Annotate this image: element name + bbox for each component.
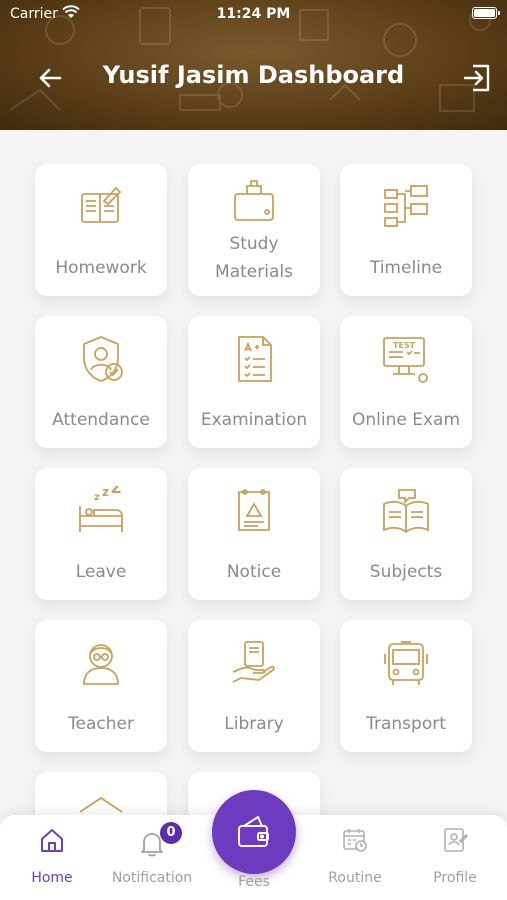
menu-card-label: Study Materials — [215, 234, 293, 282]
homework-icon — [81, 186, 122, 223]
page-title: Yusif Jasim Dashboard — [102, 61, 405, 89]
logout-icon[interactable] — [461, 62, 493, 94]
menu-card-label: Library — [224, 714, 284, 734]
menu-card-homework[interactable]: Homework — [35, 164, 167, 296]
svg-text:z: z — [94, 492, 100, 503]
app-header: Carrier 11:24 PM Yusif Jasim Dashboard — [0, 0, 507, 130]
menu-card-label: Teacher — [68, 714, 134, 734]
menu-card-label: Homework — [55, 258, 147, 278]
menu-card-label: Timeline — [369, 258, 443, 278]
battery-icon — [472, 7, 500, 19]
menu-card-label: Examination — [200, 410, 308, 430]
menu-card-subjects[interactable]: Subjects — [340, 468, 472, 600]
svg-text:TEST: TEST — [393, 341, 416, 350]
menu-card-attendance[interactable]: Attendance — [35, 316, 167, 448]
menu-card-notice[interactable]: Notice — [188, 468, 320, 600]
nav-profile[interactable]: Profile — [405, 815, 505, 900]
online-exam-icon: TEST — [383, 337, 428, 383]
library-icon — [232, 641, 275, 683]
attendance-icon — [83, 336, 123, 382]
menu-card-label: Attendance — [52, 410, 150, 430]
clock: 11:24 PM — [216, 6, 291, 22]
notice-icon — [238, 489, 270, 531]
home-icon — [41, 829, 63, 852]
menu-card-transport[interactable]: Transport — [340, 620, 472, 752]
menu-card-label: Notice — [226, 562, 282, 582]
fees-fab-button[interactable] — [212, 790, 296, 874]
menu-card-study-materials[interactable]: Study Materials — [188, 164, 320, 296]
menu-card-library[interactable]: Library — [188, 620, 320, 752]
menu-card-label: Subjects — [369, 562, 443, 582]
notification-count-badge: 0 — [160, 822, 182, 844]
transport-icon — [384, 641, 428, 685]
svg-text:z: z — [102, 486, 109, 499]
nav-home[interactable]: Home — [2, 815, 102, 900]
menu-card-teacher[interactable]: Teacher — [35, 620, 167, 752]
back-arrow-icon[interactable] — [34, 62, 66, 94]
wallet-icon — [238, 816, 269, 847]
nav-notification[interactable]: 0 Notification — [102, 815, 202, 900]
menu-card-partial[interactable] — [35, 772, 167, 820]
menu-card-examination[interactable]: Examination — [188, 316, 320, 448]
menu-card-online-exam[interactable]: TEST Online Exam — [340, 316, 472, 448]
leave-icon: z z Z — [79, 486, 123, 532]
nav-routine-label: Routine — [328, 870, 382, 886]
nav-fees-label: Fees — [238, 874, 270, 890]
nav-routine[interactable]: Routine — [305, 815, 405, 900]
nav-profile-label: Profile — [433, 870, 477, 886]
svg-text:Z: Z — [111, 486, 121, 497]
teacher-icon — [83, 644, 119, 685]
menu-card-label: Transport — [366, 714, 446, 734]
menu-card-timeline[interactable]: Timeline — [340, 164, 472, 296]
status-bar: Carrier 11:24 PM — [0, 0, 507, 30]
routine-icon — [343, 829, 367, 852]
nav-home-label: Home — [31, 870, 73, 886]
examination-icon — [238, 336, 272, 382]
menu-card-leave[interactable]: z z Z Leave — [35, 468, 167, 600]
nav-notification-label: Notification — [111, 870, 193, 886]
menu-card-label: Online Exam — [351, 410, 461, 430]
menu-grid: Homework Study Materials Timeline Attend… — [0, 130, 507, 820]
subjects-icon — [383, 489, 429, 534]
profile-icon — [444, 828, 468, 852]
timeline-icon — [384, 185, 428, 227]
study-materials-icon — [234, 180, 274, 221]
menu-card-label: Leave — [75, 562, 127, 582]
